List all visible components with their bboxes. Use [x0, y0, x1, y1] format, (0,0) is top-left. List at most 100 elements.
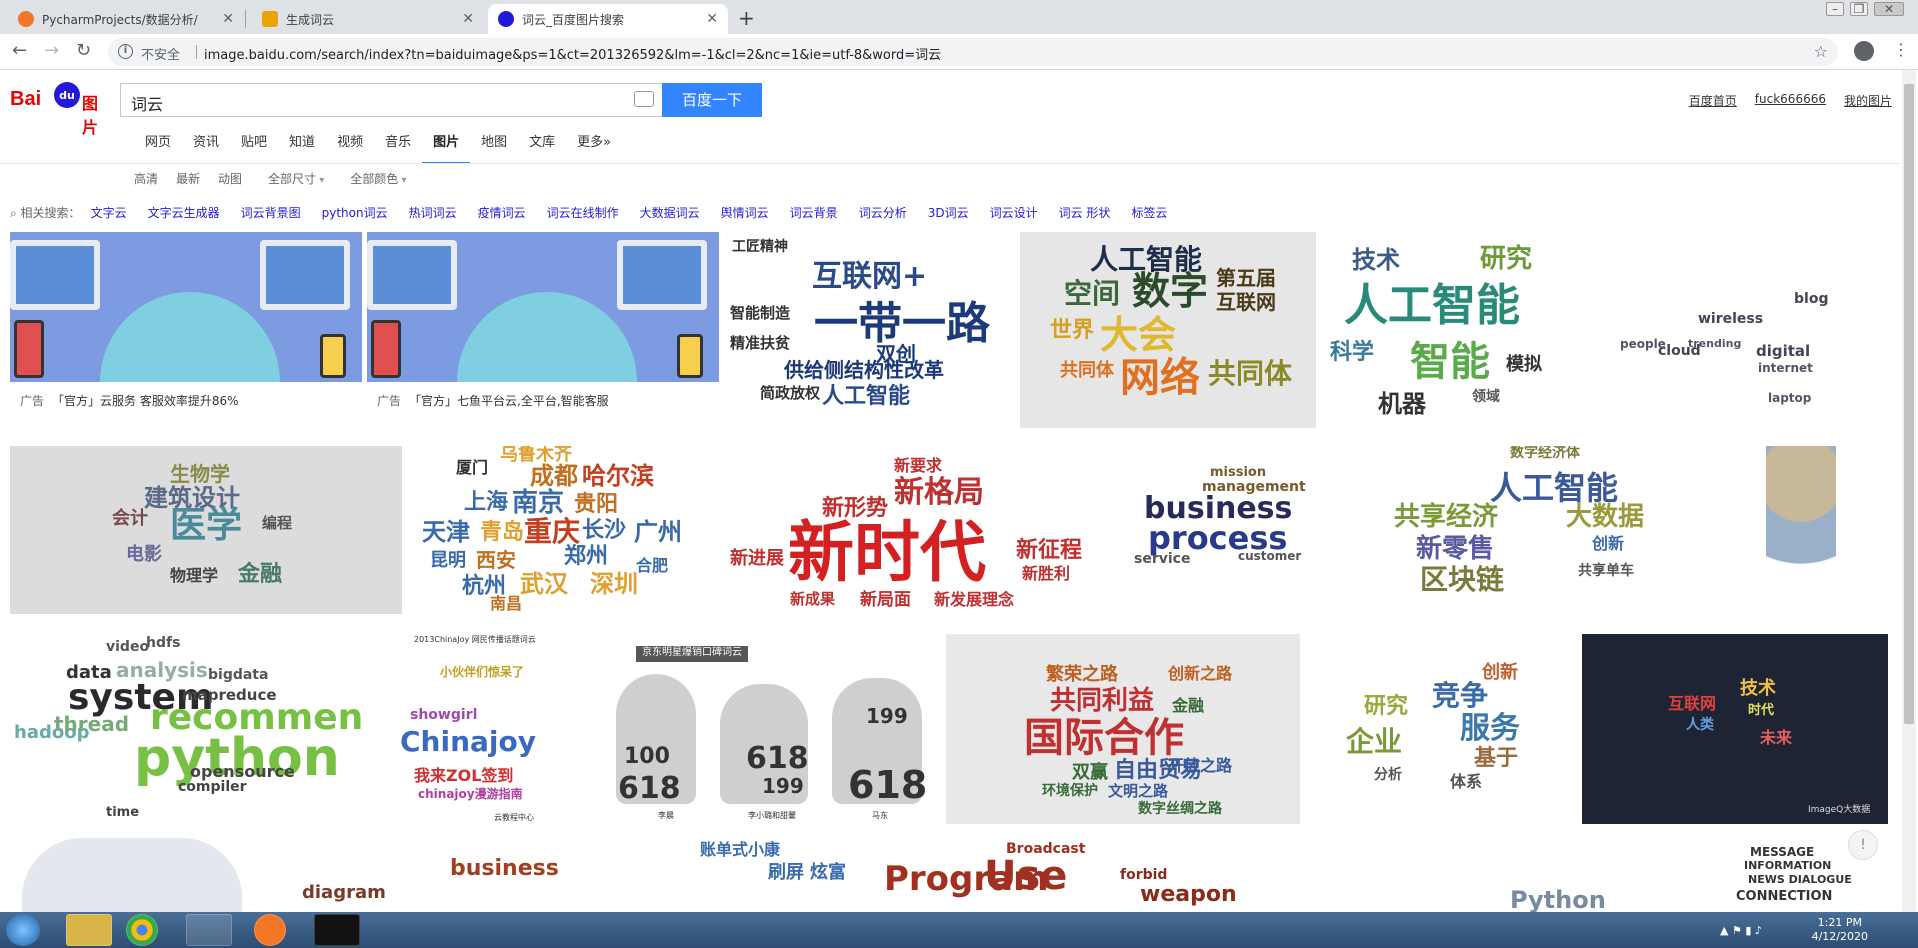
related-item[interactable]: python词云	[322, 204, 388, 221]
url-text[interactable]: image.baidu.com/search/index?tn=baiduima…	[204, 44, 941, 63]
cloud-word: business	[450, 856, 559, 881]
image-result[interactable]: 研究 竞争 服务 企业 基于 体系 创新 分析	[1310, 634, 1578, 824]
image-result[interactable]: 工匠精神 互联网+ 智能制造 一带一路 精准扶贫 双创 供给侧结构性改革 简政放…	[726, 232, 1026, 422]
image-result[interactable]: 新要求 新格局 新形势 新时代 新进展 新征程 新胜利 新成果 新局面 新发展理…	[726, 446, 1084, 614]
tab-baidu-image[interactable]: 词云_百度图片搜索 ✕	[488, 4, 728, 34]
my-images-link[interactable]: 我的图片	[1844, 92, 1892, 109]
related-item[interactable]: 文字云生成器	[148, 204, 220, 221]
tab-map[interactable]: 地图	[470, 134, 518, 164]
close-window-button[interactable]: ✕	[1874, 2, 1904, 16]
cloud-word: 共同利益	[1050, 686, 1155, 716]
cloud-word: 环境保护	[1042, 783, 1098, 799]
user-menu-link[interactable]: fuck666666	[1755, 92, 1826, 109]
image-result[interactable]: diagram business 账单式小康 刷屏 炫富 Program Use…	[10, 838, 1870, 912]
image-result[interactable]: 繁荣之路 创新之路 共同利益 金融 国际合作 双赢 自由贸易 开放之路 环境保护…	[946, 634, 1300, 824]
tab-wordcloud-gen[interactable]: 生成词云 ✕	[252, 4, 484, 34]
related-item[interactable]: 词云在线制作	[547, 204, 619, 221]
tab-zhidao[interactable]: 知道	[278, 134, 326, 164]
clock[interactable]: 1:21 PM 4/12/2020	[1812, 916, 1868, 944]
cloud-word: 大会	[1100, 313, 1177, 357]
ad-card[interactable]: 广告 「官方」七鱼平台云,全平台,智能客服	[367, 232, 719, 422]
filter-size-dropdown[interactable]: 全部尺寸	[268, 170, 324, 187]
tab-music[interactable]: 音乐	[374, 134, 422, 164]
related-item[interactable]: 词云背景	[790, 204, 838, 221]
feedback-button[interactable]: !	[1848, 830, 1878, 860]
chrome-icon[interactable]	[126, 914, 158, 946]
tab-wenku[interactable]: 文库	[518, 134, 566, 164]
search-button[interactable]: 百度一下	[662, 83, 762, 117]
ad-card[interactable]: 广告 「官方」云服务 客服效率提升86%	[10, 232, 362, 422]
terminal-icon[interactable]	[314, 914, 360, 946]
related-item[interactable]: 疫情词云	[478, 204, 526, 221]
scrollbar-thumb[interactable]	[1904, 84, 1914, 724]
tab-images[interactable]: 图片	[422, 134, 471, 164]
paint-icon[interactable]	[186, 914, 232, 946]
baidu-home-link[interactable]: 百度首页	[1689, 92, 1737, 109]
baidu-logo[interactable]: Bai du 图片	[10, 80, 110, 137]
tab-video[interactable]: 视频	[326, 134, 374, 164]
related-item[interactable]: 词云设计	[990, 204, 1038, 221]
related-item[interactable]: 词云分析	[859, 204, 907, 221]
image-result[interactable]: 技术 互联网 人类 时代 未来 ImageQ大数据	[1582, 634, 1888, 824]
reload-button[interactable]: ↻	[76, 40, 91, 61]
related-item[interactable]: 词云背景图	[241, 204, 301, 221]
tab-strip: PycharmProjects/数据分析/ ✕ 生成词云 ✕ 词云_百度图片搜索…	[0, 0, 1918, 34]
maximize-button[interactable]: ❐	[1850, 2, 1868, 16]
tab-pycharm[interactable]: PycharmProjects/数据分析/ ✕	[8, 4, 244, 34]
tablet-icon	[371, 320, 401, 378]
close-icon[interactable]: ✕	[222, 11, 234, 27]
tab-news[interactable]: 资讯	[182, 134, 230, 164]
related-item[interactable]: 文字云	[91, 204, 127, 221]
page-scrollbar[interactable]	[1902, 70, 1916, 912]
related-item[interactable]: 热词词云	[409, 204, 457, 221]
image-result[interactable]: 数字经济体 人工智能 共享经济 大数据 新零售 区块链 共享单车 创新	[1380, 446, 1644, 614]
cloud-word: 时代	[1748, 703, 1775, 718]
forward-button[interactable]: →	[44, 40, 59, 61]
new-tab-button[interactable]: +	[738, 6, 755, 30]
cloud-word: 繁荣之路	[1046, 664, 1118, 685]
image-result[interactable]	[1716, 446, 1886, 614]
close-icon[interactable]: ✕	[706, 11, 718, 27]
filter-hd[interactable]: 高清	[134, 170, 158, 187]
tab-web[interactable]: 网页	[134, 134, 182, 164]
filter-animated[interactable]: 动图	[218, 170, 242, 187]
image-result[interactable]: 人工智能 空间 数字 第五届 互联网 世界 大会 网络 共同体 共同体	[1020, 232, 1316, 428]
image-result[interactable]: 京东明星爆销口碑词云 100 618 618 199 618 199 李晨 李小…	[602, 634, 942, 824]
image-result[interactable]: 生物学 建筑设计 会计 医学 编程 电影 物理学 金融	[10, 446, 402, 614]
related-item[interactable]: 大数据词云	[640, 204, 700, 221]
tab-tieba[interactable]: 贴吧	[230, 134, 278, 164]
address-bar[interactable]: i 不安全 image.baidu.com/search/index?tn=ba…	[108, 38, 1838, 66]
filter-latest[interactable]: 最新	[176, 170, 200, 187]
cloud-word: 文明之路	[1108, 782, 1169, 800]
related-item[interactable]: 舆情词云	[721, 204, 769, 221]
cloud-word: 世界	[1050, 318, 1095, 343]
related-label: 相关搜索：	[10, 204, 81, 221]
image-result[interactable]: digital blog cloud wireless people trend…	[1588, 232, 1890, 428]
explorer-icon[interactable]	[66, 914, 112, 946]
image-result[interactable]: hdfs video analysis data bigdata system …	[10, 634, 362, 824]
tray-icons[interactable]: ▲ ⚑ ▮ ♪	[1720, 924, 1762, 937]
search-input[interactable]: 词云	[120, 83, 662, 117]
tab-more[interactable]: 更多»	[566, 134, 622, 164]
bookmark-star-icon[interactable]: ☆	[1814, 42, 1828, 61]
close-icon[interactable]: ✕	[462, 11, 474, 27]
info-icon[interactable]: i	[118, 44, 133, 59]
image-result[interactable]: 技术 研究 人工智能 科学 智能 模拟 机器 领域	[1330, 232, 1586, 428]
image-result[interactable]: 乌鲁木齐 厦门 成都 哈尔滨 上海 南京 贵阳 天津 青岛 重庆 长沙 广州 昆…	[404, 446, 702, 614]
minimize-button[interactable]: –	[1826, 2, 1844, 16]
camera-icon[interactable]	[634, 91, 654, 107]
phone-icon	[677, 334, 703, 378]
image-result[interactable]: 2013ChinaJoy 网民传播话题词云 小伙伴们惊呆了 showgirl C…	[364, 634, 596, 824]
cloud-word: 西安	[476, 548, 516, 572]
jupyter-icon[interactable]	[254, 914, 286, 946]
image-result[interactable]: mission management business process serv…	[1130, 446, 1338, 614]
start-button[interactable]	[6, 914, 40, 946]
cloud-word: 企业	[1346, 725, 1403, 758]
menu-icon[interactable]: ⋮	[1893, 40, 1909, 59]
profile-avatar-icon[interactable]	[1854, 41, 1874, 61]
back-button[interactable]: ←	[12, 40, 27, 61]
filter-color-dropdown[interactable]: 全部颜色	[350, 170, 406, 187]
related-item[interactable]: 词云 形状	[1059, 204, 1111, 221]
related-item[interactable]: 3D词云	[928, 204, 969, 221]
related-item[interactable]: 标签云	[1131, 204, 1167, 221]
